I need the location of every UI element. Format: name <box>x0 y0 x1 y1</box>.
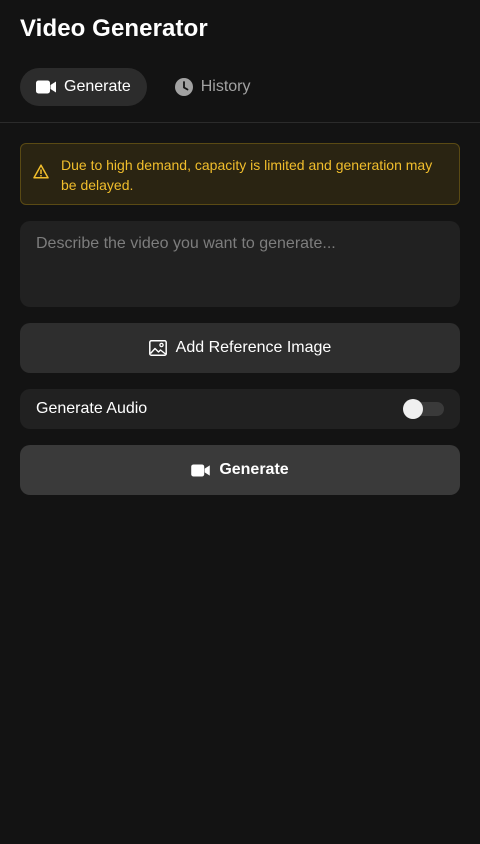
tab-bar: Generate History <box>20 68 267 106</box>
video-camera-icon <box>191 463 211 477</box>
tab-history[interactable]: History <box>159 68 267 106</box>
tab-history-label: History <box>200 78 251 95</box>
tab-generate-label: Generate <box>64 78 131 95</box>
warning-icon <box>33 164 49 179</box>
warning-text: Due to high demand, capacity is limited … <box>61 157 433 193</box>
tab-generate[interactable]: Generate <box>20 68 147 106</box>
video-camera-icon <box>36 80 56 94</box>
add-reference-image-label: Add Reference Image <box>175 339 332 356</box>
clock-icon <box>174 78 193 96</box>
toggle-knob <box>403 399 423 419</box>
header-divider <box>0 122 480 123</box>
generate-audio-toggle[interactable] <box>403 399 444 419</box>
prompt-input[interactable] <box>20 221 460 307</box>
generate-audio-row: Generate Audio <box>20 389 460 429</box>
add-reference-image-button[interactable]: Add Reference Image <box>20 323 460 373</box>
generate-button[interactable]: Generate <box>20 445 460 495</box>
capacity-warning: Due to high demand, capacity is limited … <box>20 143 460 205</box>
generate-audio-label: Generate Audio <box>36 400 148 417</box>
generate-button-label: Generate <box>219 461 289 478</box>
video-generator-app: Video Generator Generate History Due to … <box>0 0 480 844</box>
image-icon <box>148 340 167 356</box>
page-title: Video Generator <box>20 15 208 42</box>
